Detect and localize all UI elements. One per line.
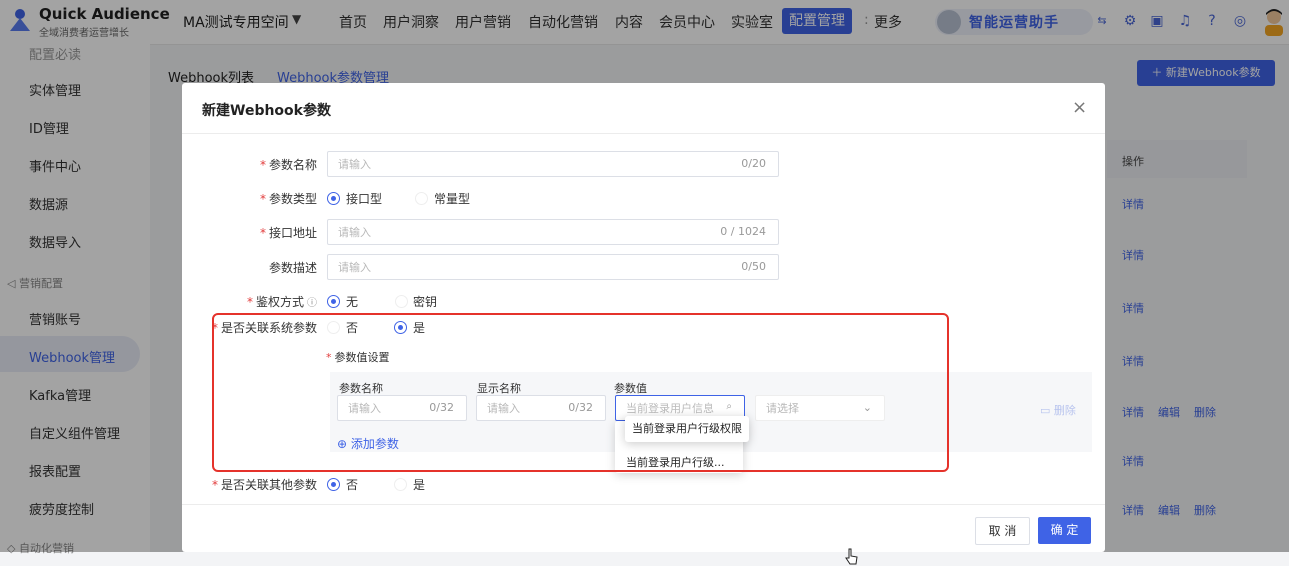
api-url-input[interactable]: 请输入 0 / 1024 (327, 219, 779, 245)
trash-icon: ▭ (1040, 404, 1054, 417)
param-desc-label: 参数描述 (268, 261, 317, 275)
param-name-input[interactable]: 请输入 0/20 (327, 151, 779, 177)
param-name-label-text: 参数名称 (268, 158, 317, 172)
auth-label: * 鉴权方式 ⓘ (212, 293, 317, 310)
dialog-divider (182, 133, 1105, 134)
row-delete-label: 删除 (1053, 404, 1076, 417)
link-other-label: * 是否关联其他参数 (212, 476, 317, 493)
auth-key-label[interactable]: 密钥 (413, 293, 437, 310)
link-other-no-radio[interactable] (327, 478, 340, 491)
auth-none-radio[interactable] (327, 295, 340, 308)
api-url-counter: 0 / 1024 (720, 225, 766, 238)
link-other-yes-label[interactable]: 是 (413, 476, 425, 493)
required-mark: * (259, 192, 266, 206)
param-type-api-label[interactable]: 接口型 (346, 190, 382, 207)
required-mark: * (246, 295, 253, 309)
link-other-yes-radio[interactable] (394, 478, 407, 491)
param-type-label: * 参数类型 (212, 190, 317, 207)
required-mark: * (259, 226, 266, 240)
param-desc-counter: 0/50 (741, 260, 766, 273)
param-name-placeholder: 请输入 (338, 158, 371, 171)
cancel-button[interactable]: 取 消 (975, 517, 1030, 545)
dialog-title: 新建Webhook参数 (202, 103, 331, 119)
link-other-label-text: 是否关联其他参数 (221, 478, 318, 492)
info-icon[interactable]: ⓘ (307, 298, 317, 309)
api-url-label: * 接口地址 (212, 224, 317, 241)
param-type-const-radio[interactable] (415, 192, 428, 205)
api-url-label-text: 接口地址 (268, 226, 317, 240)
dialog-footer-divider (182, 504, 1105, 505)
param-type-api-radio[interactable] (327, 192, 340, 205)
param-name-label: * 参数名称 (212, 156, 317, 173)
param-desc-input[interactable]: 请输入 0/50 (327, 254, 779, 280)
param-desc-placeholder: 请输入 (338, 261, 371, 274)
link-other-no-label[interactable]: 否 (346, 476, 358, 493)
required-mark: * (259, 158, 266, 172)
row-delete-button[interactable]: ▭ 删除 (1040, 402, 1076, 418)
api-url-placeholder: 请输入 (338, 226, 371, 239)
auth-none-label[interactable]: 无 (346, 293, 358, 310)
param-type-const-label[interactable]: 常量型 (434, 190, 470, 207)
highlight-box (212, 313, 949, 472)
auth-key-radio[interactable] (395, 295, 408, 308)
close-icon[interactable]: × (1072, 97, 1087, 118)
required-mark: * (212, 478, 218, 492)
param-type-label-text: 参数类型 (268, 192, 317, 206)
pointer-cursor-icon (845, 548, 858, 565)
confirm-button[interactable]: 确 定 (1038, 517, 1091, 544)
auth-label-text: 鉴权方式 (255, 295, 304, 309)
param-name-counter: 0/20 (741, 157, 766, 170)
